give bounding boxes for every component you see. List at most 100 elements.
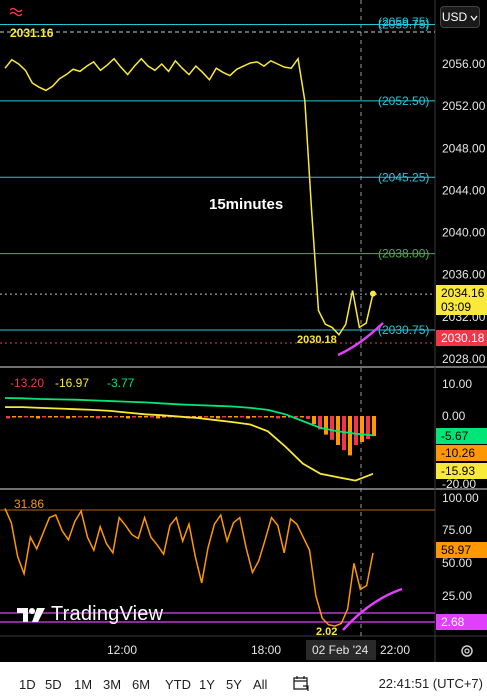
- macd-histogram-bar: [306, 416, 310, 419]
- range-button-1d[interactable]: 1D: [19, 677, 36, 692]
- macd-histogram-bar: [54, 416, 58, 418]
- countdown-tag: 03:09: [441, 300, 471, 314]
- price-series-line: [4, 56, 374, 336]
- time-axis-label: 12:00: [107, 643, 137, 657]
- range-button-1m[interactable]: 1M: [74, 677, 92, 692]
- wave-icon[interactable]: [9, 5, 23, 23]
- macd-histogram-bar: [84, 416, 88, 418]
- low-marker-label: 2030.18: [297, 334, 337, 346]
- currency-label: USD: [441, 10, 468, 24]
- macd-histogram-bar: [144, 416, 148, 418]
- rsi-pink-trend-line: [342, 587, 403, 631]
- chart-annotation[interactable]: 15minutes: [209, 196, 283, 213]
- macd-histogram-bar: [312, 416, 316, 425]
- chart-area[interactable]: (2059.75) (2052.50) (2045.25) (2038.00) (203…: [0, 0, 487, 662]
- macd-histogram-bar: [228, 416, 232, 418]
- macd-histogram-bar: [36, 416, 40, 419]
- macd-value-2: -16.97: [55, 376, 89, 390]
- price-axis-tick: 2044.00: [442, 183, 486, 197]
- chart-svg: (2059.75) (2052.50) (2045.25) (2038.00) (203…: [0, 0, 487, 662]
- range-button-5d[interactable]: 5D: [45, 677, 62, 692]
- macd-histogram-bar: [24, 416, 28, 418]
- macd-histogram-bar: [72, 416, 76, 418]
- rsi-low-label: 2.02: [316, 626, 337, 638]
- rsi-axis-tick: 25.00: [442, 589, 472, 603]
- macd-histogram-bar: [126, 416, 130, 419]
- macd-histogram-bar: [114, 416, 118, 418]
- crosshair-date-label: 02 Feb '24: [312, 643, 369, 657]
- level-label: (2052.50): [378, 94, 429, 108]
- timezone-clock[interactable]: 22:41:51 (UTC+7): [379, 676, 483, 691]
- macd-histogram-bar: [282, 416, 286, 418]
- last-price-tag: 2034.16: [441, 286, 485, 300]
- macd-axis-tick: -20.00: [442, 477, 476, 491]
- macd-tag-2: -10.26: [441, 446, 475, 460]
- price-axis-tick: 2052.00: [442, 99, 486, 113]
- range-button-6m[interactable]: 6M: [132, 677, 150, 692]
- macd-axis-tick: 0.00: [442, 409, 466, 423]
- macd-histogram-bar: [300, 416, 304, 418]
- macd-group: -13.20 -16.97 -3.77: [4, 376, 376, 482]
- time-axis-label: 18:00: [251, 643, 281, 657]
- price-group: 2030.18: [4, 56, 384, 357]
- price-axis-tick: 2056.00: [442, 57, 486, 71]
- price-axis-tick: 2028.00: [442, 352, 486, 366]
- macd-histogram-bar: [210, 416, 214, 418]
- bottom-toolbar: 1D 5D 1M 3M 6M YTD 1Y 5Y All 22:41:51 (UTC+7): [0, 670, 487, 697]
- price-axis-tick: 2040.00: [442, 226, 486, 240]
- macd-line: [5, 406, 374, 482]
- range-button-1y[interactable]: 1Y: [199, 677, 215, 692]
- macd-histogram-bar: [30, 416, 34, 418]
- rsi-axis-tick: 75.00: [442, 523, 472, 537]
- tradingview-logo: TradingView: [15, 603, 163, 626]
- gear-icon[interactable]: [459, 643, 475, 662]
- price-axis-tick: 2048.00: [442, 141, 486, 155]
- rsi-tag-2: 2.68: [441, 615, 465, 629]
- macd-histogram-bar: [348, 416, 352, 456]
- macd-histogram-bar: [102, 416, 106, 418]
- red-price-tag: 2030.18: [441, 331, 485, 345]
- macd-histogram-bar: [18, 416, 22, 418]
- macd-histogram-bar: [276, 416, 280, 419]
- macd-histogram-bar: [324, 416, 328, 435]
- macd-histogram-bar: [204, 416, 208, 418]
- level-label: (2038.00): [378, 247, 429, 261]
- macd-histogram-bar: [222, 416, 226, 418]
- level-label-top: (2059.75): [378, 15, 429, 29]
- macd-histogram-bar: [6, 416, 10, 419]
- macd-histogram-bar: [354, 416, 358, 445]
- macd-histogram-bar: [66, 416, 70, 419]
- macd-histogram-bar: [216, 416, 220, 419]
- levels-group: (2059.75) (2052.50) (2045.25) (2038.00) (203…: [0, 17, 435, 344]
- range-button-all[interactable]: All: [253, 677, 267, 692]
- macd-histogram-bar: [360, 416, 364, 442]
- macd-histogram-bar: [12, 416, 16, 418]
- calendar-icon[interactable]: [292, 674, 310, 697]
- range-button-3m[interactable]: 3M: [103, 677, 121, 692]
- macd-tag-1: -5.67: [441, 429, 469, 443]
- currency-selector[interactable]: USD: [440, 6, 480, 28]
- macd-axis-tick: 10.00: [442, 377, 472, 391]
- macd-histogram-bar: [264, 416, 268, 418]
- macd-histogram-bar: [270, 416, 274, 418]
- macd-histogram-bar: [246, 416, 250, 419]
- tradingview-logo-icon: [17, 607, 45, 622]
- macd-histogram-bar: [156, 416, 160, 419]
- macd-histogram-bar: [258, 416, 262, 418]
- macd-histogram-bar: [150, 416, 154, 418]
- range-button-5y[interactable]: 5Y: [226, 677, 242, 692]
- macd-histogram-bar: [132, 416, 136, 418]
- high-marker-label: 2031.16: [10, 26, 54, 40]
- macd-value-1: -13.20: [10, 376, 44, 390]
- range-button-ytd[interactable]: YTD: [165, 677, 191, 692]
- macd-histogram-bar: [252, 416, 256, 418]
- macd-tag-3: -15.93: [441, 464, 475, 478]
- tradingview-logo-text: TradingView: [51, 603, 164, 625]
- time-axis-label: 22:00: [380, 643, 410, 657]
- macd-histogram-bar: [42, 416, 46, 418]
- macd-histogram-bar: [138, 416, 142, 418]
- level-label: (2030.75): [378, 323, 429, 337]
- rsi-axis-tick: 100.00: [442, 491, 479, 505]
- macd-histogram-bar: [48, 416, 52, 418]
- macd-histogram-bar: [372, 416, 376, 436]
